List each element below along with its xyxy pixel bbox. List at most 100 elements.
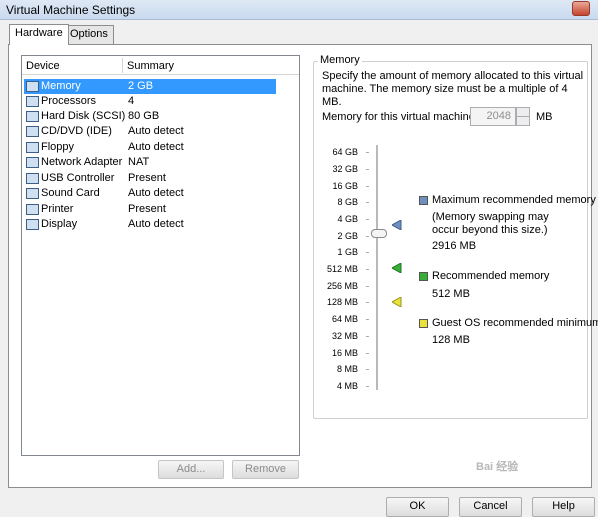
recommended-value: 512 MB xyxy=(432,288,470,300)
device-row-hard-disk[interactable]: Hard Disk (SCSI) 80 GB xyxy=(24,109,276,124)
device-name: Memory xyxy=(41,80,81,92)
device-name: Floppy xyxy=(41,141,75,153)
remove-device-button[interactable]: Remove xyxy=(232,460,299,479)
slider-tick-label: 64 GB xyxy=(332,147,358,157)
slider-tick-label: 32 GB xyxy=(332,164,358,174)
column-header-summary[interactable]: Summary xyxy=(127,60,174,72)
device-summary: 4 xyxy=(128,95,135,107)
device-list-header: Device Summary xyxy=(22,56,299,75)
column-header-device[interactable]: Device xyxy=(26,60,60,72)
device-row-memory[interactable]: Memory 2 GB xyxy=(24,79,276,94)
slider-tick-mark xyxy=(366,152,369,153)
device-row-printer[interactable]: Printer Present xyxy=(24,202,276,217)
slider-tick-mark xyxy=(366,219,369,220)
window-title: Virtual Machine Settings xyxy=(6,3,136,17)
device-summary: NAT xyxy=(128,156,150,168)
slider-tick-mark xyxy=(366,252,369,253)
cd-dvd-icon xyxy=(26,126,39,137)
slider-tick-label: 4 GB xyxy=(337,214,358,224)
device-summary: Auto detect xyxy=(128,141,184,153)
slider-tick-label: 256 MB xyxy=(326,281,358,291)
ok-button[interactable]: OK xyxy=(386,497,449,517)
slider-tick-label: 128 MB xyxy=(326,297,358,307)
slider-tick-label: 1 GB xyxy=(337,247,358,257)
memory-slider-thumb[interactable] xyxy=(371,229,387,238)
device-summary: Auto detect xyxy=(128,125,184,137)
device-name: Display xyxy=(41,218,78,230)
device-name: Sound Card xyxy=(41,187,100,199)
column-separator[interactable] xyxy=(122,58,123,73)
max-recommended-label: Maximum recommended memory xyxy=(432,194,596,206)
guest-min-marker xyxy=(392,297,402,307)
help-button[interactable]: Help xyxy=(532,497,595,517)
slider-tick-mark xyxy=(366,186,369,187)
slider-tick-label: 16 GB xyxy=(332,181,358,191)
memory-description: Specify the amount of memory allocated t… xyxy=(322,70,584,108)
device-list[interactable]: Device Summary Memory 2 GB Processors 4 … xyxy=(21,55,300,456)
device-summary: 2 GB xyxy=(128,80,154,92)
printer-icon xyxy=(26,204,39,215)
slider-tick-mark xyxy=(366,169,369,170)
slider-tick-label: 4 MB xyxy=(336,381,358,391)
floppy-icon xyxy=(26,142,39,153)
device-name: USB Controller xyxy=(41,172,115,184)
network-adapter-icon xyxy=(26,157,39,168)
memory-group-title: Memory xyxy=(318,54,362,66)
device-row-cd-dvd[interactable]: CD/DVD (IDE) Auto detect xyxy=(24,124,276,139)
memory-field-label: Memory for this virtual machine: xyxy=(322,111,478,123)
device-name: Hard Disk (SCSI) xyxy=(41,110,126,122)
device-row-usb-controller[interactable]: USB Controller Present xyxy=(24,171,276,186)
guest-min-value: 128 MB xyxy=(432,334,470,346)
slider-tick-mark xyxy=(366,202,369,203)
slider-tick-mark xyxy=(366,286,369,287)
slider-tick-mark xyxy=(366,319,369,320)
recommended-swatch xyxy=(419,272,428,281)
slider-tick-mark xyxy=(366,269,369,270)
slider-tick-label: 2 GB xyxy=(337,231,358,241)
close-button[interactable] xyxy=(572,1,590,16)
slider-tick-label: 8 MB xyxy=(336,364,358,374)
tab-hardware[interactable]: Hardware xyxy=(9,24,69,45)
max-recommended-note: (Memory swapping may occur beyond this s… xyxy=(432,211,549,236)
recommended-marker xyxy=(392,263,402,273)
memory-size-input[interactable]: 2048 xyxy=(470,107,516,126)
device-row-network-adapter[interactable]: Network Adapter NAT xyxy=(24,155,276,170)
slider-tick-mark xyxy=(366,236,369,237)
slider-tick-mark xyxy=(366,336,369,337)
recommended-label: Recommended memory xyxy=(432,270,550,282)
device-name: Processors xyxy=(41,95,97,107)
max-recommended-marker xyxy=(392,220,402,230)
memory-slider-track[interactable] xyxy=(376,145,378,390)
device-name: Printer xyxy=(41,203,74,215)
watermark-logo: Bai 经验 xyxy=(476,461,519,473)
slider-tick-label: 64 MB xyxy=(331,314,358,324)
memory-icon xyxy=(26,81,39,92)
memory-unit-label: MB xyxy=(536,111,553,123)
spin-down-button[interactable] xyxy=(516,116,530,126)
device-name: CD/DVD (IDE) xyxy=(41,125,112,137)
device-name: Network Adapter xyxy=(41,156,123,168)
slider-tick-mark xyxy=(366,386,369,387)
display-icon xyxy=(26,219,39,230)
guest-min-label: Guest OS recommended minimum xyxy=(432,317,598,329)
slider-tick-label: 8 GB xyxy=(337,197,358,207)
slider-tick-label: 32 MB xyxy=(331,331,358,341)
device-row-display[interactable]: Display Auto detect xyxy=(24,217,276,232)
device-row-floppy[interactable]: Floppy Auto detect xyxy=(24,140,276,155)
device-summary: Present xyxy=(128,203,166,215)
slider-tick-mark xyxy=(366,302,369,303)
slider-tick-mark xyxy=(366,369,369,370)
tab-options[interactable]: Options xyxy=(64,25,114,44)
device-row-processors[interactable]: Processors 4 xyxy=(24,94,276,109)
slider-tick-label: 512 MB xyxy=(326,264,358,274)
guest-min-swatch xyxy=(419,319,428,328)
hard-disk-icon xyxy=(26,111,39,122)
device-summary: 80 GB xyxy=(128,110,160,122)
cancel-button[interactable]: Cancel xyxy=(459,497,522,517)
device-row-sound-card[interactable]: Sound Card Auto detect xyxy=(24,186,276,201)
device-summary: Auto detect xyxy=(128,218,184,230)
slider-tick-mark xyxy=(366,353,369,354)
add-device-button[interactable]: Add... xyxy=(158,460,224,479)
processor-icon xyxy=(26,96,39,107)
usb-icon xyxy=(26,173,39,184)
